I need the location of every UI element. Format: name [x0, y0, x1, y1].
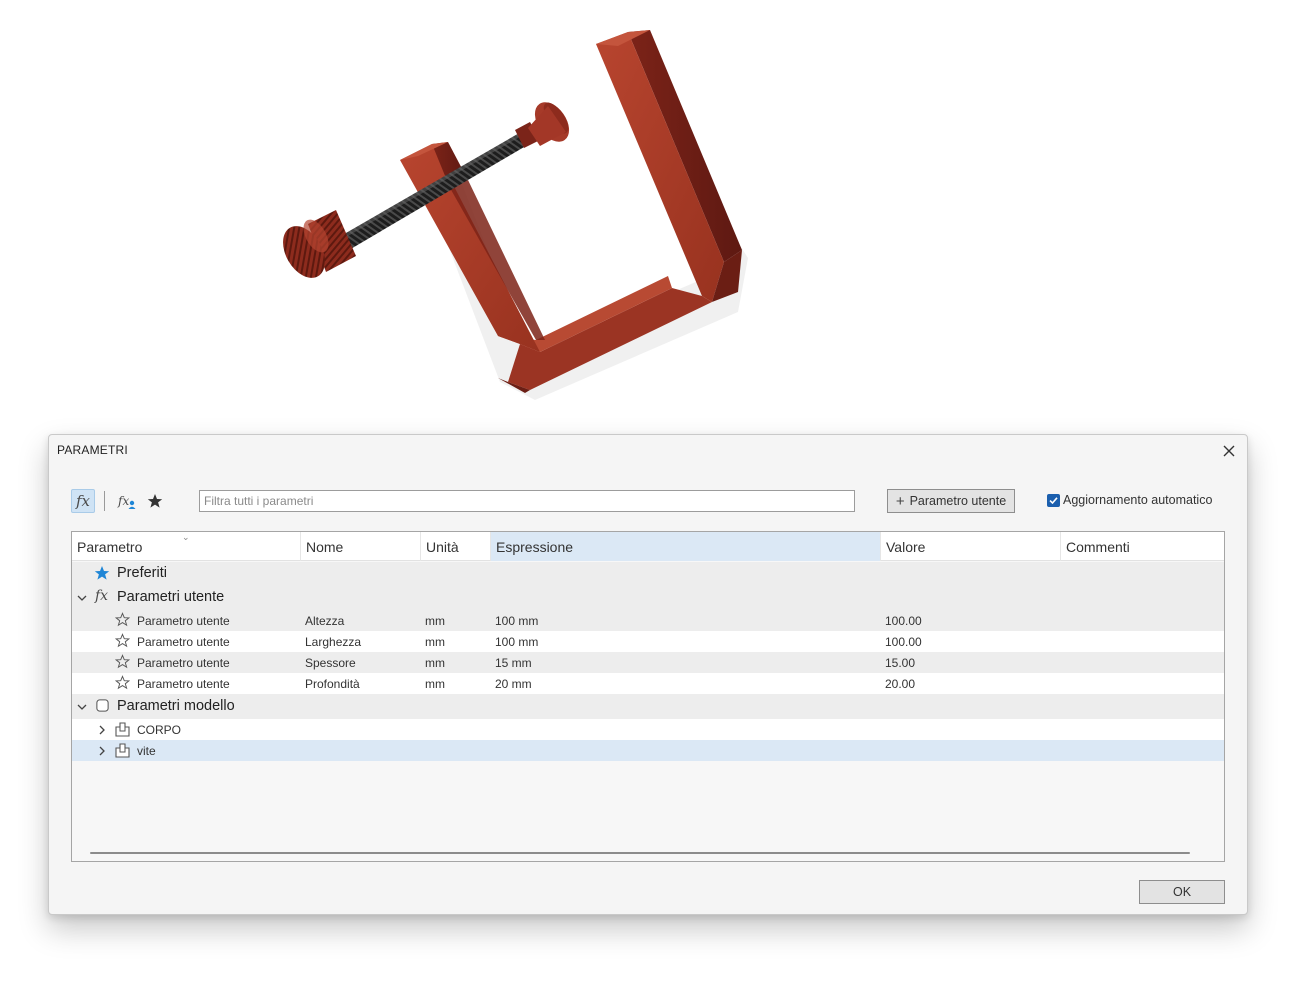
chevron-right-icon[interactable] [96, 745, 108, 757]
filter-input[interactable] [199, 490, 855, 512]
star-outline-icon[interactable] [115, 675, 130, 690]
cell-name[interactable]: Profondità [305, 677, 360, 691]
group-row-favorites[interactable]: Preferiti [72, 562, 1224, 586]
chevron-down-icon[interactable] [76, 592, 88, 604]
component-row-selected[interactable]: vite [72, 740, 1224, 761]
star-icon [94, 566, 110, 580]
dialog-title: PARAMETRI [57, 443, 128, 457]
auto-update-option: Aggiornamento automatico [1047, 493, 1212, 507]
cell-value: 15.00 [885, 656, 916, 670]
component-icon [115, 743, 130, 758]
cell-name[interactable]: Larghezza [305, 635, 361, 649]
cell-value: 100.00 [885, 635, 922, 649]
body-icon [96, 699, 109, 712]
horizontal-scrollbar[interactable] [90, 852, 1190, 854]
cell-parameter: Parametro utente [137, 635, 230, 649]
group-label-user-parameters: Parametri utente [117, 589, 225, 605]
cell-unit[interactable]: mm [425, 635, 445, 649]
cell-parameter: Parametro utente [137, 656, 230, 670]
parameters-table: Parametro ⌄ Nome Unità Espressione Valor… [71, 531, 1225, 862]
table-row[interactable]: Parametro utente Altezza mm 100 mm 100.0… [72, 610, 1224, 631]
star-outline-icon[interactable] [115, 612, 130, 627]
svg-text:fx: fx [117, 494, 129, 508]
add-user-parameter-button[interactable]: + Parametro utente [887, 489, 1015, 513]
cell-name[interactable]: Spessore [305, 656, 356, 670]
fx-icon: fx [95, 588, 109, 604]
model-viewport[interactable] [0, 0, 1306, 430]
parameters-dialog: PARAMETRI fx fx + Parametro utente Aggio… [48, 434, 1248, 915]
plus-icon: + [895, 492, 905, 510]
chevron-down-icon[interactable] [76, 701, 88, 713]
group-row-model-parameters[interactable]: Parametri modello [72, 694, 1224, 719]
component-icon [115, 722, 130, 737]
cell-value: 20.00 [885, 677, 916, 691]
auto-update-label: Aggiornamento automatico [1063, 493, 1213, 507]
cell-unit[interactable]: mm [425, 656, 445, 670]
column-header-espressione[interactable]: Espressione [491, 532, 881, 561]
star-icon[interactable] [143, 489, 167, 513]
table-row[interactable]: Parametro utente Profondità mm 20 mm 20.… [72, 673, 1224, 694]
cell-parameter: Parametro utente [137, 614, 230, 628]
group-label-favorites: Preferiti [117, 565, 167, 581]
component-label: CORPO [137, 723, 182, 737]
component-label: vite [137, 744, 156, 758]
c-clamp-model [283, 30, 748, 400]
column-header-commenti[interactable]: Commenti [1061, 532, 1224, 561]
cell-name[interactable]: Altezza [305, 614, 344, 628]
column-header-unita[interactable]: Unità [421, 532, 491, 561]
ok-button[interactable]: OK [1139, 880, 1225, 904]
cell-unit[interactable]: mm [425, 677, 445, 691]
cell-expression[interactable]: 100 mm [495, 614, 538, 628]
group-row-user-parameters[interactable]: fx Parametri utente [72, 586, 1224, 610]
group-label-model-parameters: Parametri modello [117, 698, 235, 714]
fx-user-icon[interactable]: fx [115, 489, 139, 513]
component-row[interactable]: CORPO [72, 719, 1224, 740]
fx-icon[interactable]: fx [71, 489, 95, 513]
cell-expression[interactable]: 20 mm [495, 677, 532, 691]
column-header-valore[interactable]: Valore [881, 532, 1061, 561]
table-header: Parametro ⌄ Nome Unità Espressione Valor… [72, 532, 1224, 561]
cell-expression[interactable]: 100 mm [495, 635, 538, 649]
chevron-right-icon[interactable] [96, 724, 108, 736]
auto-update-checkbox[interactable] [1047, 493, 1060, 507]
star-outline-icon[interactable] [115, 633, 130, 648]
chevron-down-icon: ⌄ [182, 532, 190, 542]
cell-expression[interactable]: 15 mm [495, 656, 532, 670]
cell-unit[interactable]: mm [425, 614, 445, 628]
toolbar: fx fx + Parametro utente Aggiornamento a… [71, 489, 1231, 515]
star-outline-icon[interactable] [115, 654, 130, 669]
add-user-parameter-label: Parametro utente [909, 494, 1007, 508]
table-row[interactable]: Parametro utente Spessore mm 15 mm 15.00 [72, 652, 1224, 673]
close-icon[interactable] [1219, 441, 1239, 461]
cell-parameter: Parametro utente [137, 677, 230, 691]
toolbar-separator [104, 491, 105, 511]
cell-value: 100.00 [885, 614, 922, 628]
column-header-nome[interactable]: Nome [301, 532, 421, 561]
table-row[interactable]: Parametro utente Larghezza mm 100 mm 100… [72, 631, 1224, 652]
